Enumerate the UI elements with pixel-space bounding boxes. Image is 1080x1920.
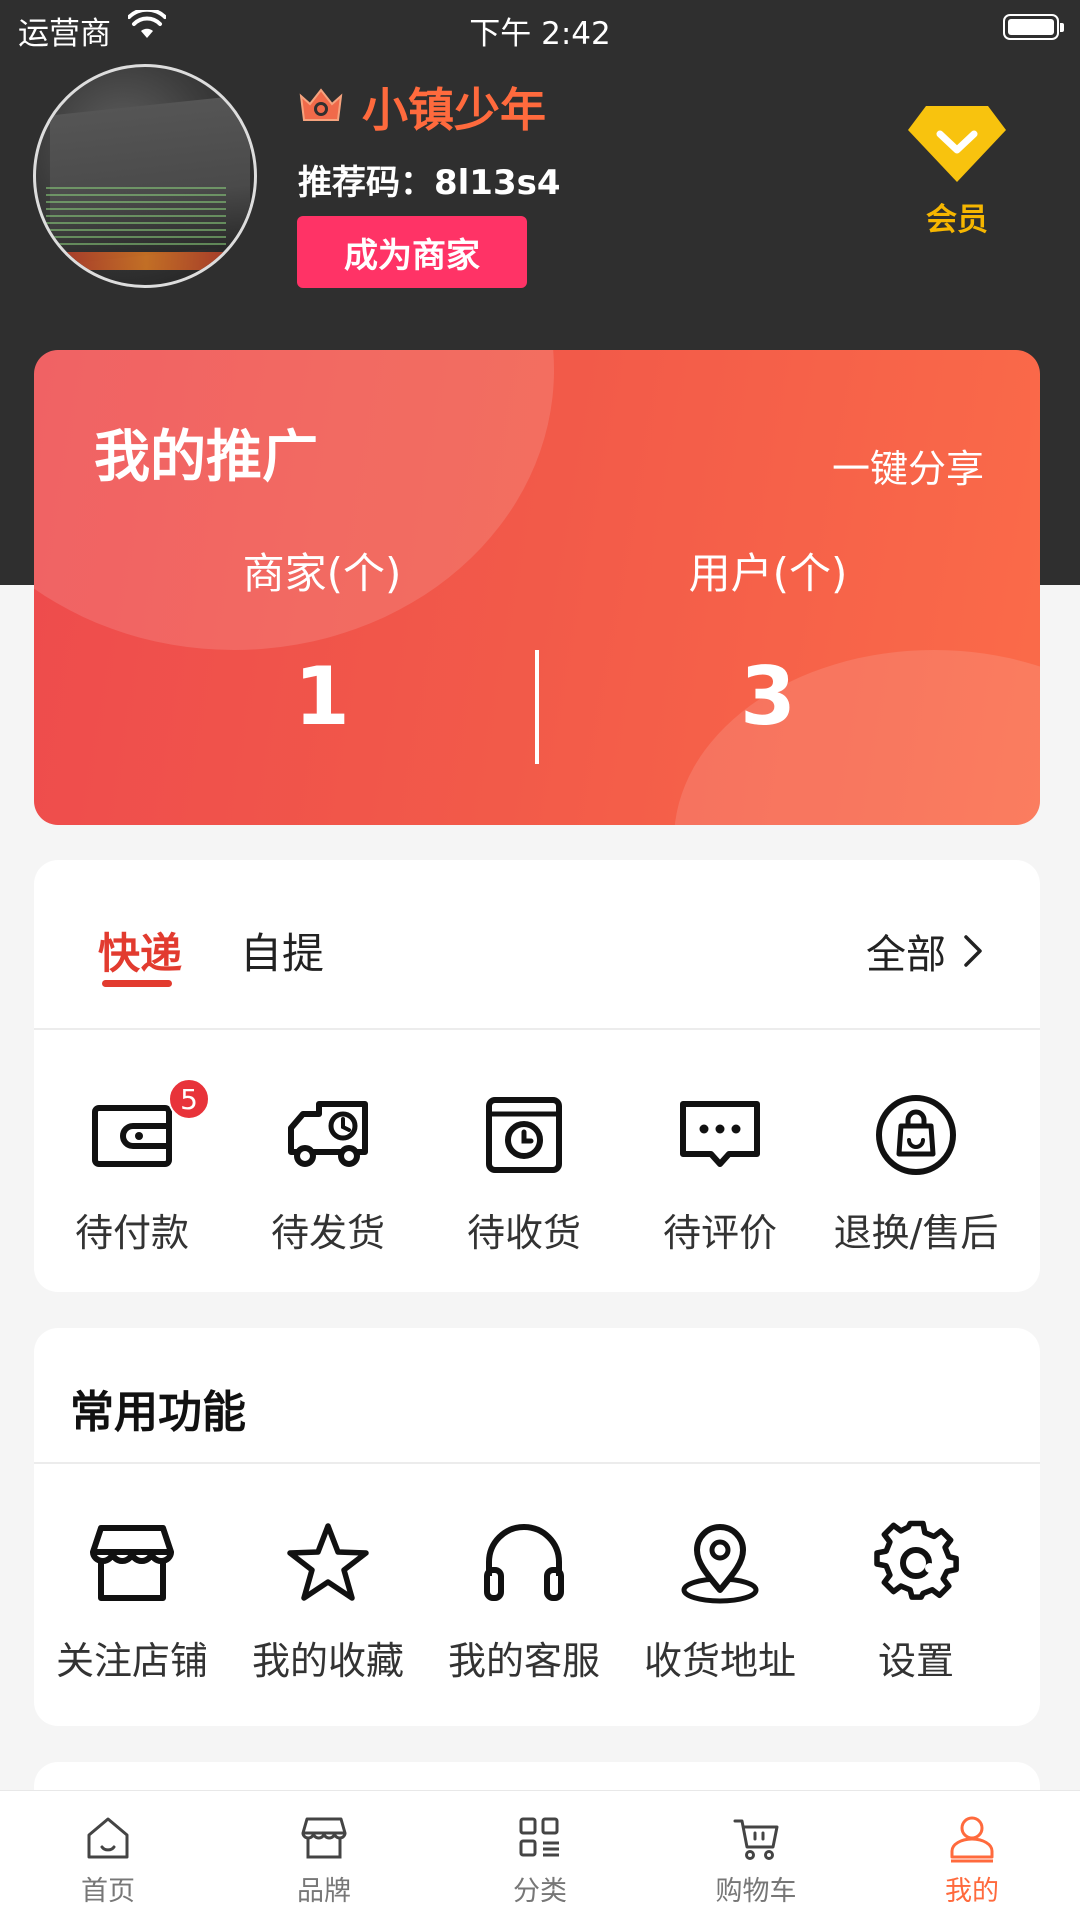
crown-icon — [299, 88, 343, 121]
tabbar-category[interactable]: 分类 — [432, 1791, 648, 1920]
function-label: 设置 — [877, 1639, 954, 1683]
function-label: 关注店铺 — [55, 1639, 208, 1683]
headphones-icon — [484, 1524, 564, 1601]
stat-divider — [535, 650, 539, 764]
tab-self-pickup[interactable]: 自提 — [240, 920, 324, 981]
merchants-label: 商家(个) — [242, 549, 402, 598]
order-status-label: 待发货 — [270, 1211, 385, 1255]
package-clock-icon — [486, 1097, 562, 1173]
truck-icon — [288, 1101, 368, 1167]
user-icon — [950, 1816, 994, 1863]
function-label: 收货地址 — [643, 1639, 796, 1683]
order-after-sales[interactable]: 退换/售后 — [818, 1092, 1014, 1257]
tabbar-home[interactable]: 首页 — [0, 1791, 216, 1920]
tabbar-label: 首页 — [81, 1876, 135, 1907]
diamond-icon — [908, 106, 1006, 182]
tabbar-mine[interactable]: 我的 — [864, 1791, 1080, 1920]
tab-express[interactable]: 快递 — [98, 920, 182, 981]
order-pending-shipment[interactable]: 待发货 — [230, 1092, 426, 1257]
order-pending-payment[interactable]: 5 待付款 — [34, 1078, 230, 1257]
pending-payment-badge: 5 — [168, 1078, 210, 1120]
chevron-right-icon — [964, 935, 982, 967]
become-merchant-button[interactable]: 成为商家 — [297, 216, 527, 288]
vip-button[interactable]: 会员 — [900, 100, 1014, 260]
all-orders-link[interactable]: 全部 — [866, 922, 986, 980]
orders-divider — [34, 1028, 1040, 1030]
tab-active-indicator — [102, 980, 172, 987]
user-name: 小镇少年 — [362, 83, 546, 137]
function-label: 我的客服 — [447, 1639, 600, 1683]
home-icon — [87, 1817, 129, 1859]
tabbar-cart[interactable]: 购物车 — [648, 1791, 864, 1920]
status-bar: 运营商 下午 2:42 — [0, 0, 1080, 54]
gear-icon — [874, 1520, 959, 1600]
referral-code: 推荐码：8l13s4 — [298, 163, 561, 203]
order-status-grid: 5 待付款 待发货 待收货 待评价 退换/售后 — [34, 1078, 1040, 1257]
tabbar-brand[interactable]: 品牌 — [216, 1791, 432, 1920]
tabbar-label: 我的 — [945, 1876, 999, 1907]
vip-label: 会员 — [926, 202, 988, 238]
function-label: 我的收藏 — [251, 1639, 404, 1683]
settings-button[interactable]: 设置 — [818, 1520, 1014, 1685]
promotion-card: 我的推广 一键分享 商家(个) 用户(个) 1 3 — [34, 350, 1040, 825]
bottom-tab-bar: 首页 品牌 分类 购物车 我的 — [0, 1790, 1080, 1920]
avatar[interactable] — [33, 64, 257, 288]
tabbar-label: 品牌 — [297, 1876, 351, 1907]
order-status-label: 待付款 — [74, 1211, 189, 1255]
users-label: 用户(个) — [688, 549, 848, 598]
star-icon — [287, 1523, 369, 1601]
order-status-label: 待收货 — [466, 1211, 581, 1255]
location-pin-icon — [681, 1524, 759, 1604]
battery-icon — [1003, 14, 1064, 40]
share-button[interactable]: 一键分享 — [832, 438, 984, 493]
brand-store-icon — [301, 1817, 347, 1859]
orders-card: 快递 自提 全部 5 待付款 待发货 待收货 待评价 退换/售后 — [34, 860, 1040, 1292]
users-count[interactable]: 3 — [568, 650, 968, 743]
section-title: 常用功能 — [70, 1387, 246, 1438]
order-status-label: 待评价 — [662, 1211, 777, 1255]
all-orders-label: 全部 — [866, 932, 946, 978]
category-grid-icon — [519, 1817, 559, 1857]
wallet-icon — [92, 1105, 172, 1167]
comment-icon — [680, 1101, 760, 1167]
order-pending-receipt[interactable]: 待收货 — [426, 1092, 622, 1257]
tabbar-label: 购物车 — [715, 1876, 797, 1907]
common-functions-card: 常用功能 关注店铺 我的收藏 我的客服 收货地址 设置 — [34, 1328, 1040, 1726]
favorites-button[interactable]: 我的收藏 — [230, 1520, 426, 1685]
customer-service-button[interactable]: 我的客服 — [426, 1520, 622, 1685]
order-status-label: 退换/售后 — [833, 1211, 999, 1255]
functions-divider — [34, 1462, 1040, 1464]
cart-icon — [733, 1819, 779, 1860]
followed-stores-button[interactable]: 关注店铺 — [34, 1520, 230, 1685]
status-time: 下午 2:42 — [469, 16, 611, 52]
shopping-bag-icon — [876, 1095, 956, 1175]
shipping-address-button[interactable]: 收货地址 — [622, 1520, 818, 1685]
store-icon — [90, 1525, 174, 1601]
functions-grid: 关注店铺 我的收藏 我的客服 收货地址 设置 — [34, 1520, 1040, 1685]
tabbar-label: 分类 — [513, 1876, 567, 1907]
order-pending-review[interactable]: 待评价 — [622, 1092, 818, 1257]
merchants-count[interactable]: 1 — [122, 650, 522, 743]
promotion-title: 我的推广 — [94, 425, 318, 490]
